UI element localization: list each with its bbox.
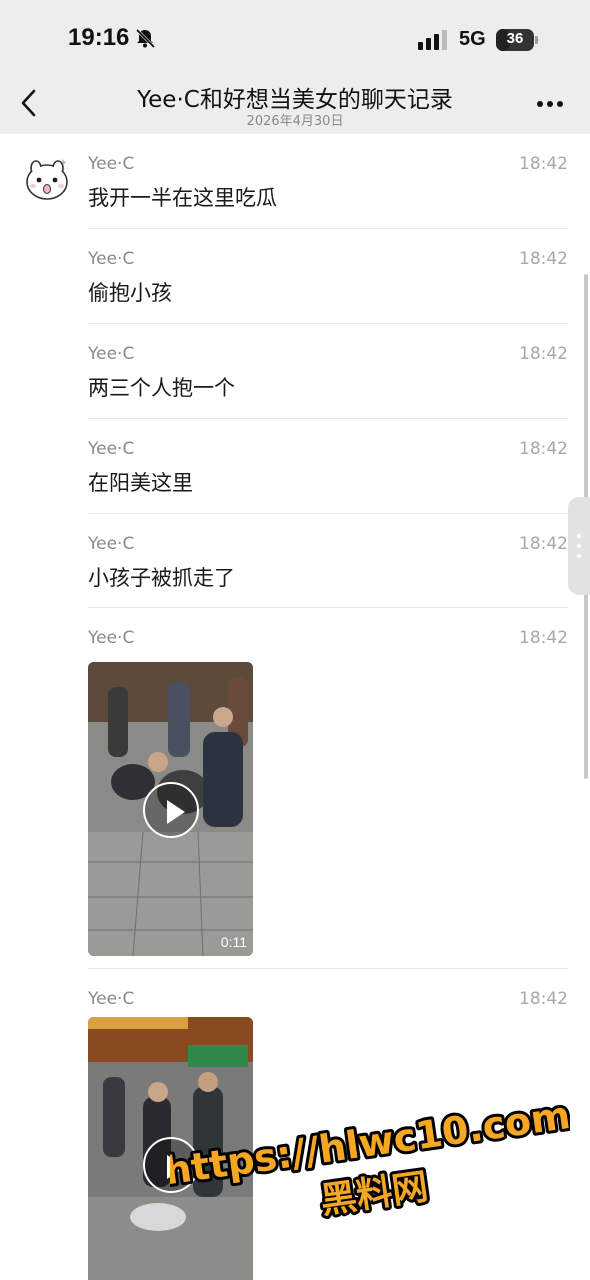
play-icon [167,800,185,824]
message-text: 两三个人抱一个 [88,376,235,400]
message-sender: Yee·C [88,439,135,459]
message-sender: Yee·C [88,628,135,648]
message-text: 小孩子被抓走了 [88,566,235,590]
message-time: 18:42 [519,344,568,364]
message-sender: Yee·C [88,154,135,174]
message-time: 18:42 [519,154,568,174]
watermark-name: 黑料网 [318,1166,431,1222]
drag-dots-icon [576,533,582,559]
message-item[interactable]: Yee·C 18:42 偷抱小孩 [88,249,568,324]
message-time: 18:42 [519,534,568,554]
message-text: 偷抱小孩 [88,281,172,305]
chat-title: Yee·C和好想当美女的聊天记录 [137,87,453,113]
message-time: 18:42 [519,989,568,1009]
message-item[interactable]: Yee·C 18:42 在阳美这里 [88,439,568,514]
message-text: 我开一半在这里吃瓜 [88,186,277,210]
chat-date: 2026年4月30日 [246,114,344,129]
divider [88,968,568,969]
message-text: 在阳美这里 [88,471,193,495]
scroll-handle[interactable] [568,497,590,595]
signal-icon [418,30,447,50]
battery-icon: 36 [496,29,534,51]
divider [88,418,568,419]
avatar[interactable] [22,154,72,204]
divider [88,607,568,608]
message-item[interactable]: Yee·C 18:42 小孩子被抓走了 [88,534,568,608]
back-icon[interactable] [18,88,40,118]
watermark: https://hlwc10.com https://hlwc10.com 黑料… [170,1098,570,1225]
video-thumbnail[interactable]: 0:11 [88,662,253,956]
message-sender: Yee·C [88,249,135,269]
status-bar: 19:16 5G 36 [0,0,590,70]
divider [88,228,568,229]
message-item[interactable]: Yee·C 18:42 两三个人抱一个 [88,344,568,419]
more-icon[interactable] [536,100,564,108]
message-sender: Yee·C [88,344,135,364]
message-time: 18:42 [519,249,568,269]
message-item[interactable]: Yee·C 18:42 0:11 [88,628,568,969]
nav-bar: Yee·C和好想当美女的聊天记录 2026年4月30日 [0,70,590,134]
status-time: 19:16 [68,24,130,51]
network-label: 5G [459,28,486,50]
bell-muted-icon [135,28,156,49]
message-item[interactable]: Yee·C 18:42 我开一半在这里吃瓜 [88,154,568,229]
message-sender: Yee·C [88,534,135,554]
divider [88,513,568,514]
play-button[interactable] [143,782,199,838]
message-time: 18:42 [519,628,568,648]
message-sender: Yee·C [88,989,135,1009]
message-time: 18:42 [519,439,568,459]
battery-tip [535,36,538,44]
video-duration: 0:11 [220,934,247,950]
divider [88,323,568,324]
battery-percent: 36 [506,30,524,47]
